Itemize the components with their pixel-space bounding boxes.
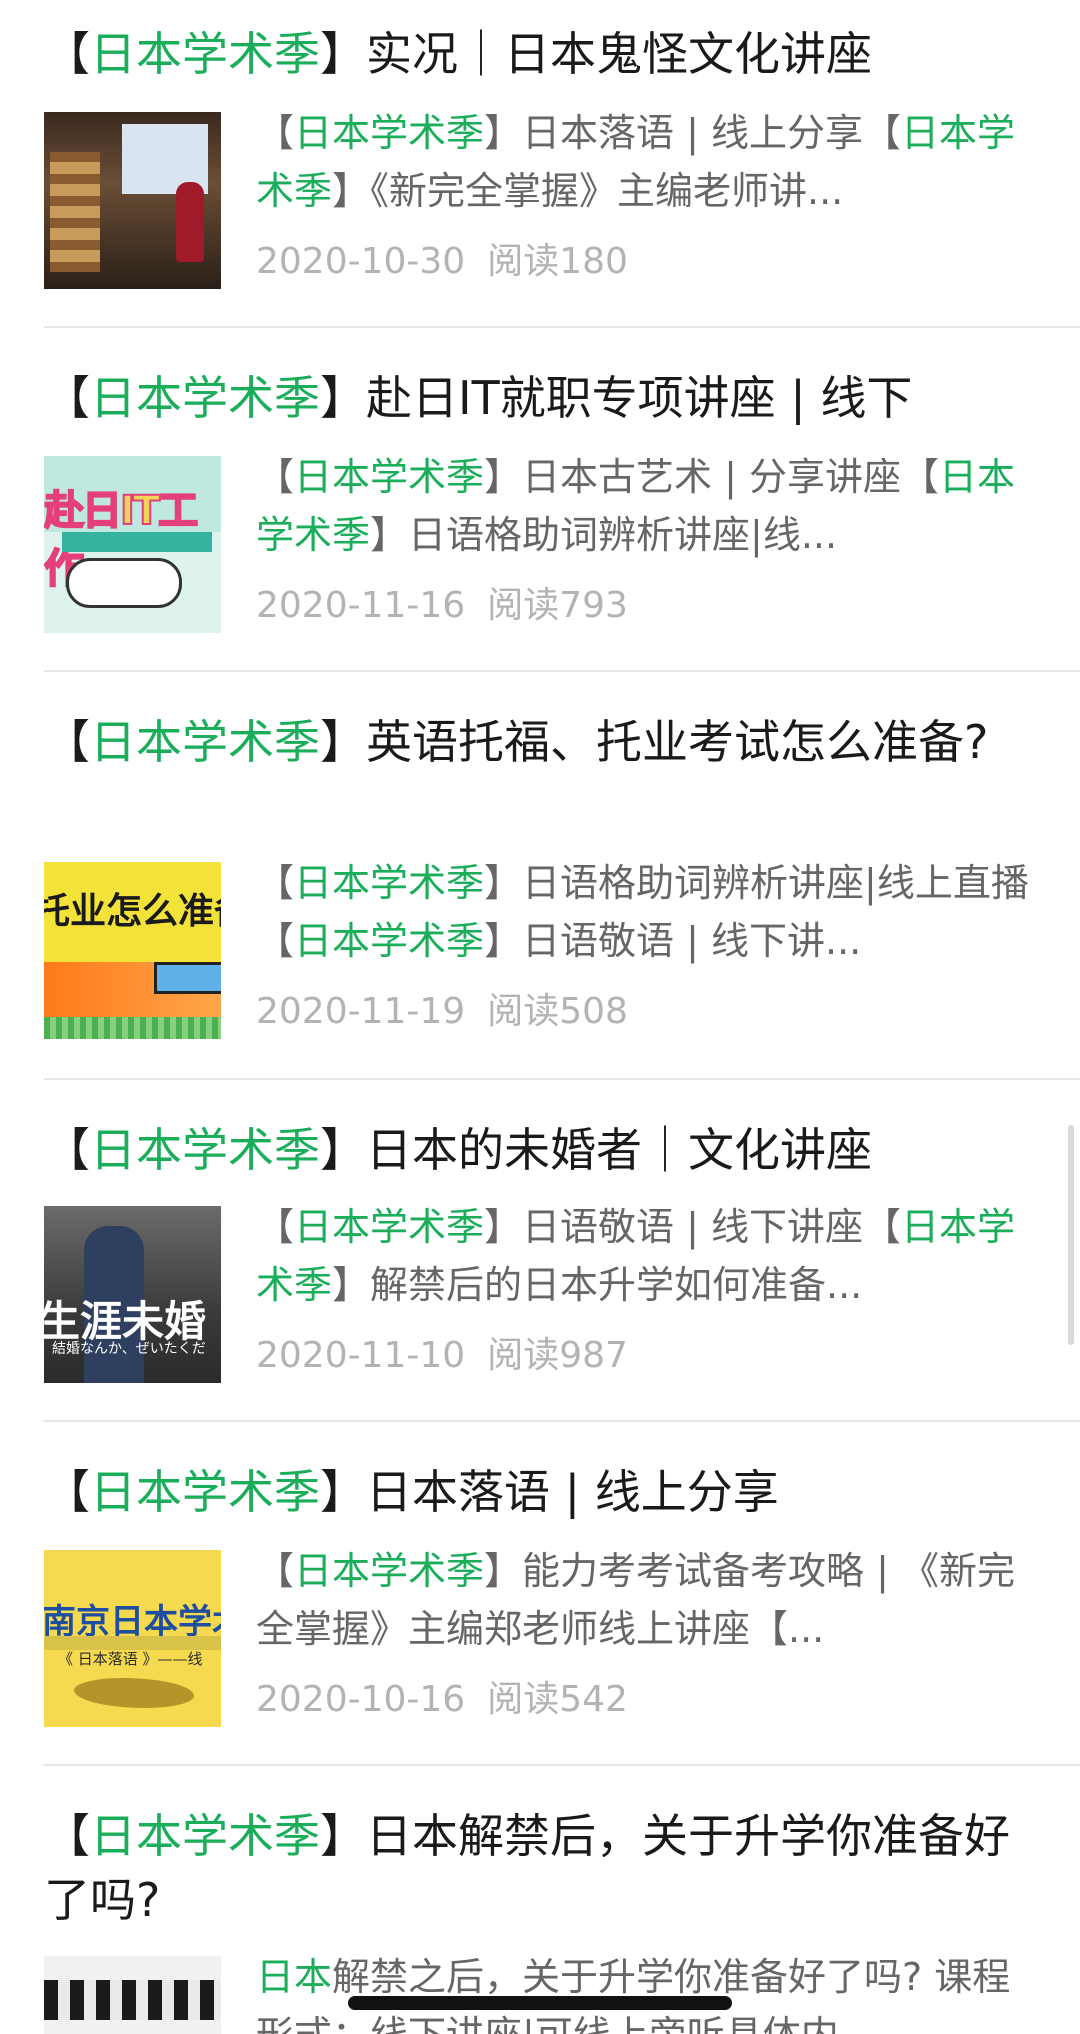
brush-stroke-shape <box>74 1678 194 1708</box>
article-title[interactable]: 【日本学术季】赴日IT就职专项讲座 | 线下 <box>44 366 1024 430</box>
divider <box>44 1420 1080 1422</box>
cloud-shape <box>66 558 182 608</box>
article-title[interactable]: 【日本学术季】日本的未婚者｜文化讲座 <box>44 1118 1024 1182</box>
home-indicator[interactable] <box>348 1996 732 2010</box>
snippet-text: 【 <box>256 1549 295 1593</box>
it-poster-thumbnail[interactable]: 赴日IT工作 <box>44 456 221 633</box>
snippet-text: 【 <box>256 861 295 905</box>
rakugo-poster-thumbnail[interactable]: 南京日本学术 《 日本落语 》——线 <box>44 1550 221 1727</box>
divider <box>44 1078 1080 1080</box>
lecture-photo-thumbnail[interactable] <box>44 112 221 289</box>
snippet-text: 】日语敬语 | 线下讲座【 <box>484 1205 901 1249</box>
snippet-text: 】日本古艺术 | 分享讲座【 <box>484 455 939 499</box>
title-text: 日本落语 | 线上分享 <box>366 1465 779 1519</box>
publish-date: 2020-10-16 <box>256 1679 466 1720</box>
snippet-keyword: 日本学术季 <box>294 919 485 963</box>
article-title[interactable]: 【日本学术季】英语托福、托业考试怎么准备? <box>44 710 1024 774</box>
bookshelf-shape <box>50 152 100 272</box>
publish-date: 2020-10-30 <box>256 241 466 282</box>
article-meta: 2020-10-30 阅读180 <box>256 238 628 286</box>
read-count: 阅读180 <box>487 241 628 282</box>
thumbnail-text: 托业怎么准备 <box>44 891 221 932</box>
article-snippet: 【日本学术季】日语格助词辨析讲座|线上直播【日本学术季】日语敬语 | 线下讲..… <box>256 854 1036 970</box>
green-band <box>44 1017 221 1039</box>
article-snippet: 【日本学术季】日本古艺术 | 分享讲座【日本学术季】日语格助词辨析讲座|线... <box>256 448 1036 564</box>
read-count: 阅读542 <box>487 1679 628 1720</box>
snippet-text: 【 <box>256 111 295 155</box>
publish-date: 2020-11-16 <box>256 585 466 626</box>
title-keyword: 日本学术季 <box>90 715 320 769</box>
article-snippet: 【日本学术季】能力考考试备考攻略 | 《新完全掌握》主编郑老师线上讲座【... <box>256 1542 1036 1658</box>
article-meta: 2020-10-16 阅读542 <box>256 1676 628 1724</box>
article-title[interactable]: 【日本学术季】实况｜日本鬼怪文化讲座 <box>44 22 1024 86</box>
snippet-keyword: 日本学术季 <box>294 861 485 905</box>
publish-date: 2020-11-19 <box>256 991 466 1032</box>
divider <box>44 326 1080 328</box>
unmarried-poster-thumbnail[interactable]: 生涯未婚 結婚なんか、ぜいたくだ <box>44 1206 221 1383</box>
title-text: 日本的未婚者｜文化讲座 <box>366 1123 872 1177</box>
snippet-keyword: 日本学术季 <box>294 1549 485 1593</box>
snippet-text: 】日本落语 | 线上分享【 <box>484 111 901 155</box>
read-count: 阅读987 <box>487 1335 628 1376</box>
title-text: 实况｜日本鬼怪文化讲座 <box>366 27 872 81</box>
article-title[interactable]: 【日本学术季】日本解禁后，关于升学你准备好了吗? <box>44 1804 1024 1932</box>
snippet-text: 】日语敬语 | 线下讲... <box>484 919 862 963</box>
scroll-indicator[interactable] <box>1068 1125 1074 1345</box>
blue-label-box <box>154 962 221 994</box>
title-keyword: 日本学术季 <box>90 371 320 425</box>
snippet-text: 【 <box>256 455 295 499</box>
audience-shape <box>44 1980 221 2020</box>
article-meta: 2020-11-10 阅读987 <box>256 1332 628 1380</box>
snippet-text: 解禁之后，关于升学你准备好了吗? 课程形式：线下讲座|可线上旁听具体内 <box>256 1955 1011 2034</box>
thumbnail-subtext: 《 日本落语 》——线 <box>58 1650 203 1668</box>
publish-date: 2020-11-10 <box>256 1335 466 1376</box>
read-count: 阅读793 <box>487 585 628 626</box>
divider <box>44 670 1080 672</box>
snippet-text: 】《新完全掌握》主编老师讲... <box>332 169 844 213</box>
snippet-keyword: 日本学术季 <box>294 111 485 155</box>
article-title[interactable]: 【日本学术季】日本落语 | 线上分享 <box>44 1460 1024 1524</box>
snippet-text: 】日语格助词辨析讲座|线... <box>370 513 838 557</box>
snippet-keyword: 日本学术季 <box>294 1205 485 1249</box>
snippet-keyword: 日本 <box>256 1955 333 1999</box>
thumbnail-subtext: 結婚なんか、ぜいたくだ <box>52 1341 206 1357</box>
title-keyword: 日本学术季 <box>90 1123 320 1177</box>
title-keyword: 日本学术季 <box>90 1809 320 1863</box>
title-keyword: 日本学术季 <box>90 1465 320 1519</box>
toefl-poster-thumbnail[interactable]: 托业怎么准备 <box>44 862 221 1039</box>
snippet-text: 】解禁后的日本升学如何准备... <box>332 1263 863 1307</box>
audience-photo-thumbnail[interactable] <box>44 1956 221 2034</box>
title-text: 赴日IT就职专项讲座 | 线下 <box>366 371 913 425</box>
title-text: 英语托福、托业考试怎么准备? <box>366 715 989 769</box>
speaker-shape <box>176 182 204 262</box>
article-meta: 2020-11-16 阅读793 <box>256 582 628 630</box>
divider <box>44 1764 1080 1766</box>
snippet-keyword: 日本学术季 <box>294 455 485 499</box>
poster-subtitle-bar <box>62 532 212 552</box>
snippet-text: 【 <box>256 1205 295 1249</box>
article-meta: 2020-11-19 阅读508 <box>256 988 628 1036</box>
title-keyword: 日本学术季 <box>90 27 320 81</box>
article-snippet: 【日本学术季】日语敬语 | 线下讲座【日本学术季】解禁后的日本升学如何准备... <box>256 1198 1036 1314</box>
read-count: 阅读508 <box>487 991 628 1032</box>
article-snippet: 【日本学术季】日本落语 | 线上分享【日本学术季】《新完全掌握》主编老师讲... <box>256 104 1036 220</box>
article-snippet: 日本解禁之后，关于升学你准备好了吗? 课程形式：线下讲座|可线上旁听具体内 <box>256 1948 1036 2034</box>
